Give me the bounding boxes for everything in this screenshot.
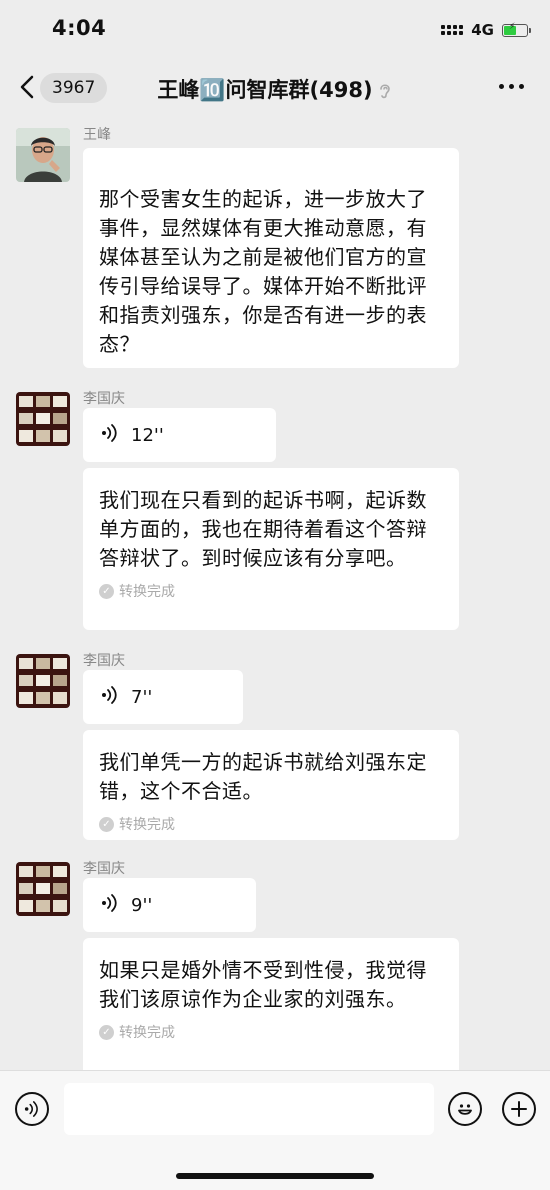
- transcript-status-label: 转换完成: [119, 817, 175, 833]
- chat-title-text: 王峰🔟问智库群(498): [157, 78, 373, 102]
- voice-input-icon[interactable]: [15, 1092, 49, 1126]
- voice-bubble[interactable]: 9'': [83, 878, 256, 932]
- voice-message: 7'': [83, 670, 243, 724]
- emoji-icon[interactable]: [448, 1092, 482, 1126]
- status-bar: 4:04 4G: [0, 0, 550, 58]
- check-icon: ✓: [99, 816, 114, 832]
- message-input[interactable]: [64, 1083, 434, 1135]
- transcript-bubble[interactable]: 如果只是婚外情不受到性侵，我觉得我们该原谅作为企业家的刘强东。 ✓ 转换完成: [83, 938, 459, 1070]
- sender-name: 王峰: [83, 127, 111, 143]
- transcript-text: 我们现在只看到的起诉书啊，起诉数单方面的，我也在期待着看这个答辩答辩状了。到时候…: [99, 488, 427, 570]
- transcript-status: ✓ 转换完成: [99, 581, 443, 601]
- home-indicator[interactable]: [176, 1173, 374, 1179]
- transcript-text: 如果只是婚外情不受到性侵，我觉得我们该原谅作为企业家的刘强东。: [99, 958, 427, 1011]
- status-indicators: 4G: [441, 20, 531, 40]
- sender-name: 李国庆: [83, 391, 125, 407]
- voice-bubble[interactable]: 7'': [83, 670, 243, 724]
- signal-icon: [441, 25, 464, 35]
- voice-wave-icon: [101, 685, 119, 710]
- voice-message: 9'': [83, 878, 256, 932]
- avatar[interactable]: [16, 128, 70, 182]
- voice-message: 12'': [83, 408, 276, 462]
- transcript-status: ✓ 转换完成: [99, 1022, 443, 1042]
- transcript-bubble[interactable]: 我们单凭一方的起诉书就给刘强东定错，这个不合适。 ✓ 转换完成: [83, 730, 459, 840]
- voice-duration: 12'': [131, 424, 164, 446]
- sender-name: 李国庆: [83, 861, 125, 877]
- transcript-text: 我们单凭一方的起诉书就给刘强东定错，这个不合适。: [99, 750, 427, 803]
- status-time: 4:04: [52, 16, 107, 40]
- message-text: 那个受害女生的起诉，进一步放大了事件，显然媒体有更大推动意愿，有媒体甚至认为之前…: [99, 187, 427, 356]
- input-bar: [0, 1070, 550, 1190]
- check-icon: ✓: [99, 1024, 114, 1040]
- add-icon[interactable]: [502, 1092, 536, 1126]
- more-options-icon[interactable]: [499, 84, 524, 89]
- avatar[interactable]: [16, 392, 70, 446]
- voice-duration: 9'': [131, 894, 153, 916]
- sender-name: 李国庆: [83, 653, 125, 669]
- voice-wave-icon: [101, 423, 119, 448]
- text-bubble[interactable]: 那个受害女生的起诉，进一步放大了事件，显然媒体有更大推动意愿，有媒体甚至认为之前…: [83, 148, 459, 368]
- chat-title: 王峰🔟问智库群(498): [0, 74, 550, 104]
- avatar[interactable]: [16, 862, 70, 916]
- voice-duration: 7'': [131, 686, 153, 708]
- transcript-status-label: 转换完成: [119, 1025, 175, 1041]
- muted-ear-icon: [377, 81, 393, 101]
- transcript-status: ✓ 转换完成: [99, 814, 443, 834]
- avatar[interactable]: [16, 654, 70, 708]
- chat-area[interactable]: 王峰 那个受害女生的起诉，进一步放大了事件，显然媒体有更大推动意愿，有媒体甚至认…: [0, 118, 550, 1070]
- check-icon: ✓: [99, 583, 114, 599]
- voice-bubble[interactable]: 12'': [83, 408, 276, 462]
- transcript-status-label: 转换完成: [119, 584, 175, 600]
- transcript-bubble[interactable]: 我们现在只看到的起诉书啊，起诉数单方面的，我也在期待着看这个答辩答辩状了。到时候…: [83, 468, 459, 630]
- nav-bar: 3967 王峰🔟问智库群(498): [0, 58, 550, 118]
- network-type: 4G: [471, 21, 494, 39]
- battery-icon: [502, 22, 531, 37]
- voice-wave-icon: [101, 893, 119, 918]
